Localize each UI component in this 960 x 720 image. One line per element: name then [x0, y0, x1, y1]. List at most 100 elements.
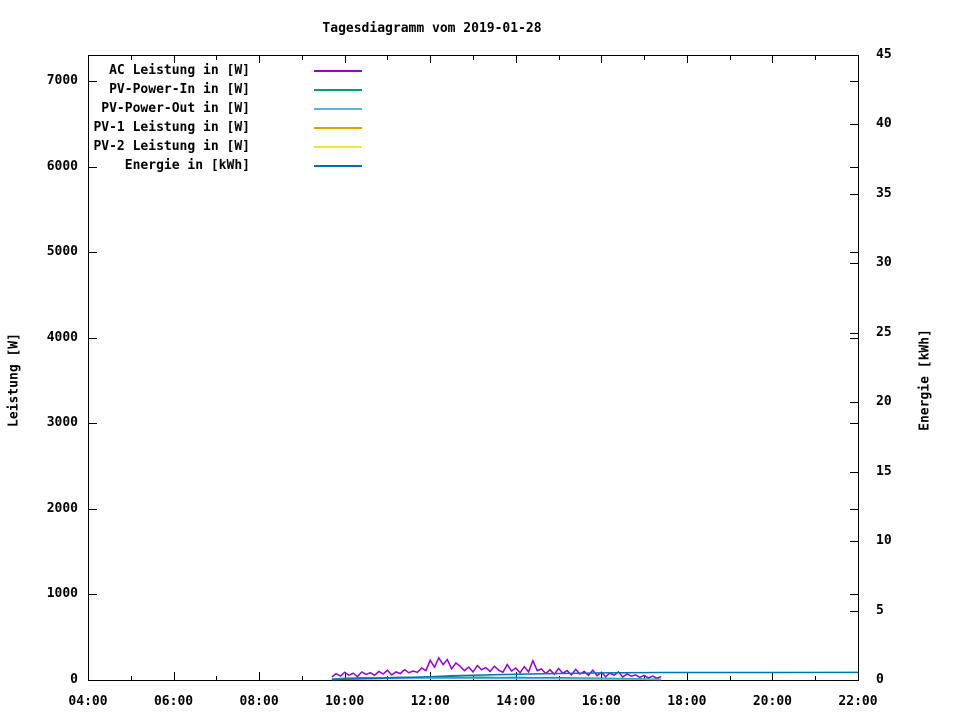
x-minor-tick-mark-top [558, 56, 560, 60]
y-tick-mark-mirror [850, 337, 858, 339]
x-tick-label: 08:00 [239, 694, 279, 709]
x-minor-tick-mark [216, 676, 218, 680]
y2-tick-label: 5 [876, 602, 884, 618]
y-tick-mark [89, 81, 97, 82]
x-tick-label: 22:00 [838, 694, 878, 709]
x-tick-mark-top [259, 56, 261, 63]
y2-tick-mark [850, 471, 858, 473]
y-tick-mark [89, 166, 97, 168]
x-tick-mark [686, 672, 688, 680]
y-tick-mark [89, 508, 97, 510]
x-tick-label: 10:00 [325, 694, 365, 709]
y-tick-mark-mirror [850, 423, 858, 425]
y-axis-title: Leistung [W] [6, 333, 22, 427]
y2-tick-label: 15 [876, 463, 892, 479]
x-tick-mark-top [430, 56, 432, 63]
y-tick-mark [89, 680, 97, 681]
chart-title: Tagesdiagramm vom 2019-01-28 [322, 21, 542, 36]
y2-tick-mark [850, 124, 858, 126]
x-minor-tick-mark [729, 676, 731, 680]
x-minor-tick-mark-top [729, 56, 731, 60]
x-tick-mark [344, 672, 346, 680]
x-tick-mark-top [88, 56, 89, 63]
x-tick-mark [430, 672, 432, 680]
x-tick-mark-top [858, 56, 859, 63]
legend-label: Energie in [kWh] [124, 158, 250, 173]
legend-line-sample [314, 108, 362, 110]
x-tick-mark-top [344, 56, 346, 63]
x-tick-label: 16:00 [581, 694, 621, 709]
x-tick-label: 06:00 [153, 694, 194, 709]
x-tick-mark [173, 672, 175, 680]
chart-screenshot: { "chart_data": { "type": "line", "title… [0, 0, 960, 720]
x-tick-mark [515, 672, 517, 680]
y2-tick-label: 30 [876, 255, 892, 271]
y-tick-mark [89, 423, 97, 425]
x-tick-mark-top [686, 56, 688, 63]
y-tick-label: 2000 [46, 500, 78, 516]
y2-tick-label: 40 [876, 116, 892, 132]
y2-tick-label: 20 [876, 394, 892, 410]
x-minor-tick-mark [558, 676, 560, 680]
y-tick-label: 6000 [46, 158, 78, 174]
y2-tick-label: 25 [876, 324, 892, 340]
x-tick-label: 14:00 [496, 694, 536, 709]
x-tick-mark [858, 672, 859, 680]
y2-tick-label: 35 [876, 185, 892, 201]
x-tick-label: 12:00 [410, 694, 450, 709]
legend-label: PV-Power-In in [W] [109, 82, 250, 97]
legend-label: AC Leistung in [W] [109, 63, 250, 78]
y2-tick-mark [850, 402, 858, 404]
x-tick-mark [772, 672, 774, 680]
legend-line-sample [314, 89, 362, 91]
x-minor-tick-mark-top [387, 56, 389, 60]
x-tick-mark-top [173, 56, 175, 63]
x-minor-tick-mark [815, 676, 817, 680]
x-minor-tick-mark-top [473, 56, 474, 60]
y-tick-label: 3000 [46, 415, 78, 431]
legend-label: PV-Power-Out in [W] [101, 101, 250, 116]
x-minor-tick-mark-top [130, 56, 132, 60]
y2-tick-mark [850, 263, 858, 265]
x-tick-label: 04:00 [68, 694, 108, 709]
y-tick-mark-mirror [850, 252, 858, 254]
y2-tick-label: 0 [876, 672, 884, 687]
y2-tick-label: 45 [876, 47, 892, 62]
y2-tick-mark [850, 680, 858, 681]
x-tick-mark [601, 672, 603, 680]
y2-tick-mark [850, 55, 858, 56]
y-tick-mark-mirror [850, 594, 858, 596]
legend-line-sample [314, 146, 362, 148]
x-tick-mark [259, 672, 261, 680]
legend-label: PV-1 Leistung in [W] [93, 120, 250, 135]
y-tick-mark-mirror [850, 508, 858, 510]
x-tick-mark-top [515, 56, 517, 63]
y2-tick-mark [850, 541, 858, 543]
y2-tick-mark [850, 610, 858, 612]
x-tick-label: 18:00 [667, 694, 707, 709]
x-tick-label: 20:00 [752, 694, 792, 709]
x-minor-tick-mark [130, 676, 132, 680]
y-tick-label: 5000 [46, 244, 78, 260]
y-tick-label: 4000 [46, 329, 78, 345]
x-minor-tick-mark-top [815, 56, 817, 60]
y-tick-label: 1000 [46, 586, 78, 602]
x-minor-tick-mark [301, 676, 303, 680]
x-tick-mark [88, 672, 89, 680]
legend-line-sample [314, 165, 362, 167]
x-minor-tick-mark-top [644, 56, 646, 60]
legend-label: PV-2 Leistung in [W] [93, 139, 250, 154]
y-tick-mark [89, 252, 97, 254]
y-tick-mark [89, 337, 97, 339]
y-tick-label: 7000 [46, 73, 78, 88]
y-tick-mark [89, 594, 97, 596]
x-tick-mark-top [601, 56, 603, 63]
y-tick-label: 0 [70, 672, 78, 687]
y2-tick-mark [850, 332, 858, 334]
y2-tick-label: 10 [876, 533, 892, 549]
x-minor-tick-mark [473, 676, 474, 680]
x-minor-tick-mark-top [301, 56, 303, 60]
x-minor-tick-mark [387, 676, 389, 680]
legend-line-sample [314, 70, 362, 72]
x-minor-tick-mark [644, 676, 646, 680]
